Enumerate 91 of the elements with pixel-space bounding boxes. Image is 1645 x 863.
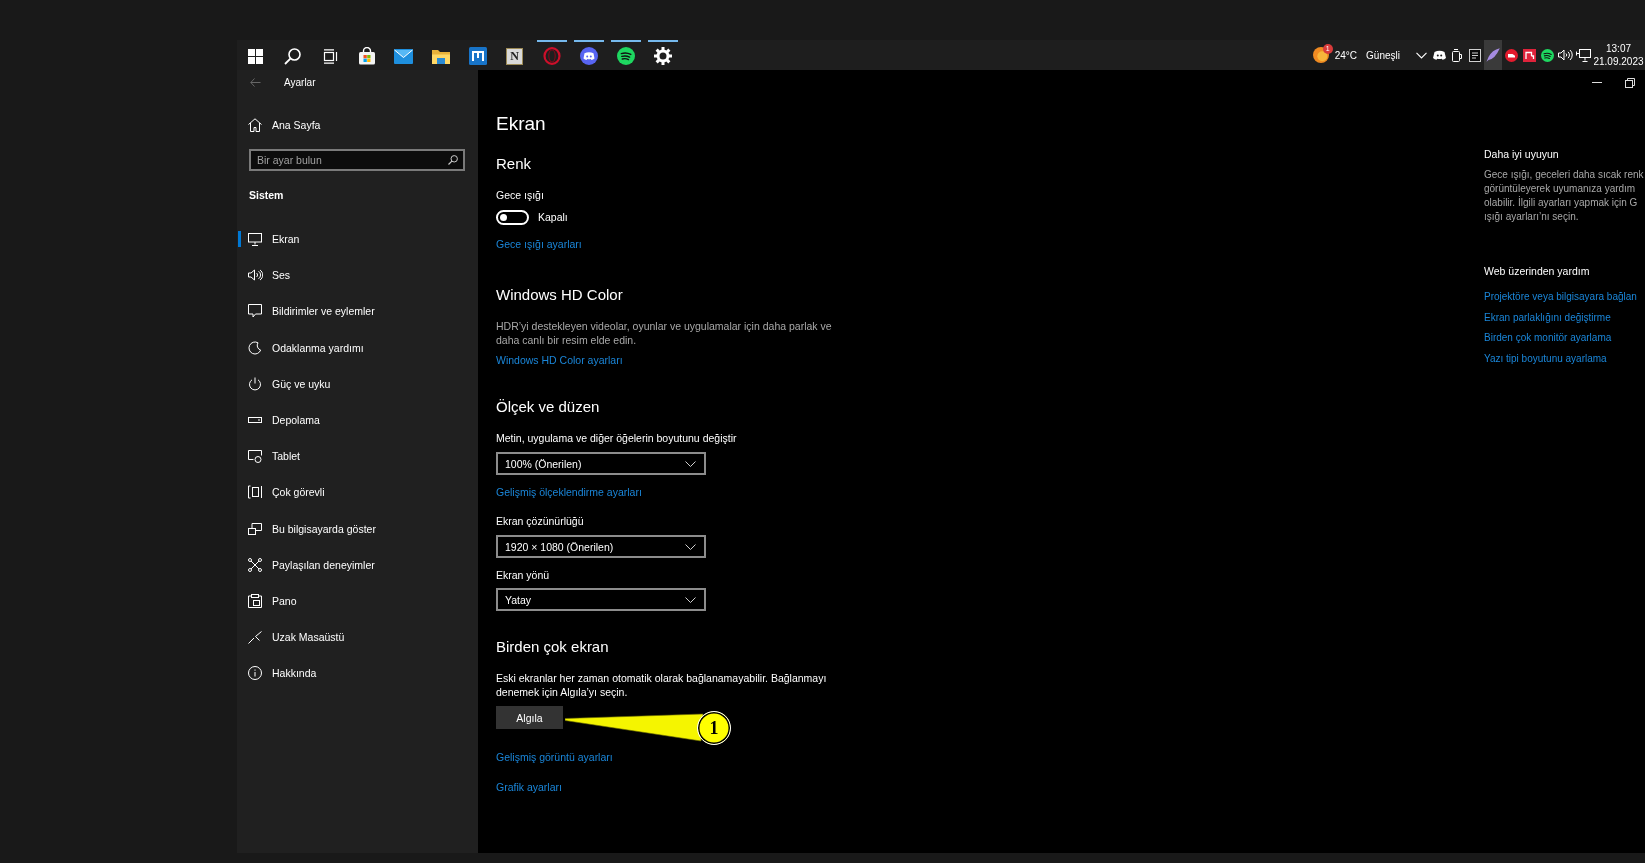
task-view-icon[interactable] [321,48,338,64]
home-icon [248,118,262,132]
monitor-icon [248,232,262,247]
remote-desktop-icon [248,630,262,645]
callout-number: 1 [697,711,731,745]
clock-date: 21.09.2023 [1593,55,1644,68]
volume-icon[interactable] [1557,49,1573,61]
settings-link[interactable]: Windows HD Color ayarları [496,353,623,367]
search-field[interactable]: Bir ayar bulun [249,149,465,171]
help-heading: Daha iyi uyuyun [1484,147,1559,161]
sidebar-item[interactable]: Depolama [237,401,478,439]
sidebar-item[interactable]: Ses [237,257,478,294]
tablet-icon [248,449,262,464]
feather-icon[interactable] [1486,48,1500,62]
screens-icon [248,521,262,536]
settings-icon[interactable] [653,47,672,65]
multitask-icon [248,485,262,500]
window-title: Ayarlar [284,77,316,88]
sidebar-item[interactable]: Bu bilgisayarda göster [237,510,478,547]
letter-tile-icon[interactable]: N [506,47,523,65]
message-icon [248,304,262,319]
section-heading: Renk [496,154,532,174]
sidebar-item[interactable]: Pano [237,582,478,620]
section-heading: Windows HD Color [496,285,623,305]
dropdown[interactable]: 1920 × 1080 (Önerilen) [496,535,706,558]
game-controller-icon[interactable] [579,47,598,65]
sun-icon[interactable] [1312,47,1329,63]
home-item[interactable]: Ana Sayfa [237,110,327,140]
setting-label: Ekran çözünürlüğü [496,514,584,528]
detect-button[interactable]: Algıla [496,706,563,729]
game-controller-icon[interactable] [1432,50,1446,60]
chevron-down-icon [685,460,696,467]
toggle-switch[interactable] [496,209,529,225]
toggle-state-text: Kapalı [538,211,568,223]
section-heading: Ölçek ve düzen [496,397,600,417]
power-icon [248,376,262,391]
section-heading: Birden çok ekran [496,637,609,657]
search-icon[interactable] [448,155,458,165]
restore-icon[interactable] [1624,77,1635,88]
speaker-icon [248,268,263,283]
ring-icon[interactable] [542,47,561,65]
sidebar-item[interactable]: Paylaşılan deneyimler [237,546,478,583]
help-link[interactable]: Ekran parlaklığını değiştirme [1484,310,1611,325]
settings-link[interactable]: Gelişmiş görüntü ayarları [496,750,613,764]
arch-tile-icon[interactable] [468,47,487,65]
envelope-icon[interactable] [394,48,413,64]
sidebar-item[interactable]: Çok görevli [237,474,478,511]
arcs-circle-icon[interactable] [1540,48,1554,62]
clock-time: 13:07 [1606,42,1631,55]
settings-link[interactable]: Gelişmiş ölçeklendirme ayarları [496,485,642,499]
page-title: Ekran [496,112,546,136]
chevron-down-icon [685,596,696,603]
square-tile-icon[interactable] [1522,48,1536,62]
chevron-down-icon [685,543,696,550]
help-text: Gece ışığı, geceleri daha sıcak renk görüntüleyerek uyumanıza yardım olabilir. İlgili ayarları yapmak için G ışığı ayarları’nı seçin. [1484,168,1644,224]
weather-text: Güneşli [1366,49,1400,61]
help-link[interactable]: Projektöre veya bilgisayara bağlan [1484,290,1637,304]
cross-nodes-icon [248,557,262,572]
section-title: Sistem [249,188,284,203]
setting-label: Ekran yönü [496,568,550,582]
sidebar-item[interactable]: Bildirimler ve eylemler [237,293,478,330]
arcs-circle-icon[interactable] [616,47,635,65]
moon-icon [248,340,262,355]
shopping-bag-icon[interactable] [357,47,376,65]
setting-label: Metin, uygulama ve diğer öğelerin boyutunu değiştir [496,431,737,445]
disc-icon[interactable] [1504,48,1518,62]
help-link[interactable]: Yazı tipi boyutunu ayarlama [1484,352,1607,367]
dropdown[interactable]: 100% (Önerilen) [496,452,706,475]
temperature-text: 24°C [1334,49,1358,61]
phone-icon[interactable] [1452,48,1462,62]
setting-label: Gece ışığı [496,188,544,202]
search-icon[interactable] [284,47,301,65]
settings-link[interactable]: Gece ışığı ayarları [496,237,582,251]
description-text: HDR’yi destekleyen videolar, oyunlar ve uygulamalar için daha parlak ve daha canlı bir resim elde edin. [496,320,833,347]
help-heading: Web üzerinden yardım [1484,264,1590,278]
sidebar-item[interactable]: Tablet [237,438,478,475]
network-icon[interactable] [1575,48,1591,62]
settings-link[interactable]: Grafik ayarları [496,780,562,794]
sidebar-item[interactable]: Güç ve uyku [237,365,478,402]
info-icon [248,666,262,681]
start-icon[interactable] [248,48,263,64]
sidebar-item[interactable]: Hakkında [237,655,478,692]
framed-tile-icon[interactable] [1469,48,1481,62]
sidebar-item[interactable]: Odaklanma yardımı [237,329,478,366]
chevron-down-icon[interactable] [1415,51,1427,59]
clipboard-icon [248,593,262,608]
folder-icon[interactable] [431,48,450,64]
sidebar-item[interactable]: Uzak Masaüstü [237,619,478,656]
dropdown[interactable]: Yatay [496,588,706,611]
help-link[interactable]: Birden çok monitör ayarlama [1484,331,1612,346]
description-text: Eski ekranlar her zaman otomatik olarak bağlanamayabilir. Bağlanmayı denemek için Algıla’yı seçin. [496,672,828,699]
